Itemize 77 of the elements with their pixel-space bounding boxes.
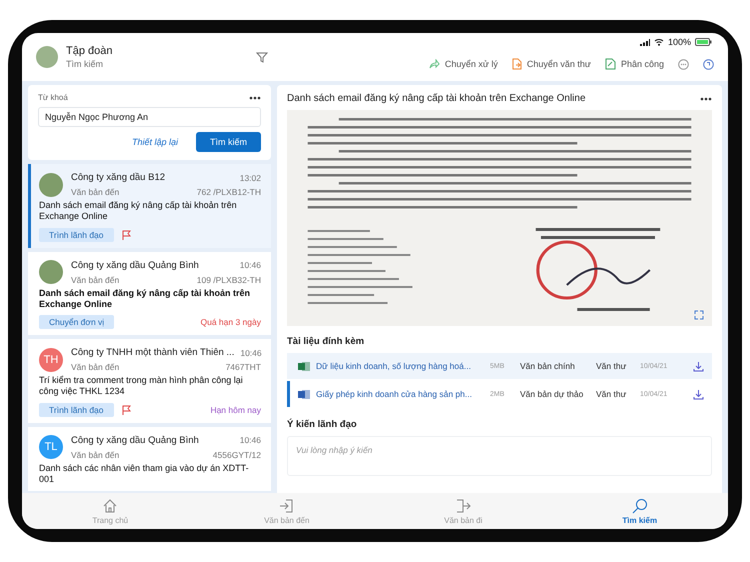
document-list-item[interactable]: Công ty xăng dầu B12 13:02 Văn bản đến 762 /PLXB12-TH Danh sách email đăng ký nâng cấp tài khoản trên Exchange Online Trình lãnh đạo	[28, 164, 271, 248]
expand-icon[interactable]	[694, 310, 704, 320]
status-tag: Chuyển đơn vị	[39, 315, 114, 329]
company-name: Công ty xăng dầu Quảng Bình	[71, 434, 199, 446]
reset-link[interactable]: Thiết lập lại	[132, 137, 178, 147]
document-subject: Trí kiểm tra comment trong màn hình phân công lại công việc THKL 1234	[39, 375, 244, 398]
status-tag: Trình lãnh đạo	[39, 402, 114, 416]
item-time: 13:02	[240, 172, 261, 182]
attachment-name[interactable]: Giấy phép kinh doanh cửa hàng sản ph...	[316, 388, 484, 400]
download-icon[interactable]	[693, 388, 704, 400]
door-exit-icon	[455, 498, 472, 514]
avatar-initials: TH	[39, 348, 63, 372]
document-icon	[512, 58, 522, 70]
due-label: Quá hạn 3 ngày	[200, 317, 261, 327]
item-time: 10:46	[240, 435, 261, 445]
more-circle-icon[interactable]	[678, 58, 689, 70]
attachment-name[interactable]: Dữ liệu kinh doanh, số lượng hàng hoá...	[316, 360, 484, 372]
document-category: Văn bản dự thảo	[520, 389, 584, 399]
spreadsheet-file-icon	[298, 360, 310, 372]
avatar-initials: TL	[39, 435, 63, 459]
document-type: Văn bản đến	[71, 362, 120, 372]
share-arrow-icon	[428, 59, 440, 69]
filter-icon[interactable]	[256, 52, 268, 62]
keyword-field[interactable]: Nguyễn Ngọc Phương An	[38, 107, 261, 127]
item-time: 10:46	[240, 260, 261, 270]
search-icon	[632, 498, 648, 514]
document-type: Văn bản đến	[71, 274, 120, 284]
item-time: 10:46	[240, 348, 262, 358]
avatar-photo	[36, 46, 58, 68]
document-list-item[interactable]: Công ty xăng dầu Quảng Bình 10:46 Văn bản đến 109 /PLXB32-TH Danh sách email đăng ký nâng cấp tài khoản trên Exchange Online Chuyển đơn vị Quá hạn 3 ngày	[28, 252, 271, 335]
flag-icon[interactable]	[122, 230, 130, 240]
document-number: 4556GYT/12	[212, 450, 261, 460]
opinion-field[interactable]: Vui lòng nhập ý kiến	[287, 436, 712, 476]
download-icon[interactable]	[693, 360, 704, 372]
refresh-circle-icon[interactable]	[703, 58, 714, 70]
document-category: Văn bản chính	[520, 361, 576, 371]
document-subject: Danh sách email đăng ký nâng cấp tài khoản trên Exchange Online	[39, 288, 252, 310]
document-number: 762 /PLXB12-TH	[196, 187, 261, 197]
company-name: Công ty TNHH một thành viên Thiên ...	[71, 347, 234, 358]
document-type: Văn bản đến	[71, 450, 120, 460]
nav-tab[interactable]: Tìm kiếm	[552, 493, 728, 529]
field-label: Từ khoá	[38, 93, 68, 102]
company-name: Công ty xăng dầu Quảng Bình	[71, 260, 199, 270]
company-name: Công ty xăng dầu B12	[71, 172, 166, 183]
battery-icon	[695, 38, 712, 46]
door-enter-icon	[278, 498, 295, 514]
toolbar-button[interactable]: Chuyển văn thư	[512, 58, 591, 70]
document-title: Danh sách email đăng ký nâng cấp tài khoản trên Exchange Online	[287, 93, 586, 104]
wifi-icon	[654, 38, 664, 46]
battery-percentage: 100%	[668, 37, 691, 47]
more-icon[interactable]	[700, 96, 712, 100]
due-label: Hạn hôm nay	[210, 404, 261, 414]
document-list-item[interactable]: TH Công ty TNHH một thành viên Thiên ... 10:46 Văn bản đến 7467THT Trí kiểm tra comment trong màn hình phân công lại công việc THKL 1234 Trình lãnh đạo Hạn hôm nay	[28, 339, 271, 422]
text-file-icon	[298, 388, 310, 400]
attachment-owner: Văn thư	[596, 361, 628, 371]
toolbar-button[interactable]: Phân công	[604, 58, 664, 70]
document-edit-icon	[604, 58, 616, 70]
toolbar-button[interactable]: Chuyển xử lý	[428, 59, 498, 69]
document-number: 7467THT	[226, 362, 261, 372]
header-subtitle: Tìm kiếm	[66, 59, 104, 69]
home-icon	[102, 498, 118, 514]
signal-icon	[640, 38, 650, 46]
flag-icon[interactable]	[122, 404, 130, 414]
document-type: Văn bản đến	[71, 187, 120, 197]
document-subject: Danh sách email đăng ký nâng cấp tài khoản trên Exchange Online	[39, 200, 238, 222]
document-subject: Danh sách các nhân viên tham gia vào dự án XDTT-001	[39, 462, 250, 485]
header-title: Tập đoàn	[66, 45, 114, 57]
status-tag: Trình lãnh đạo	[39, 228, 114, 242]
section-heading: Ý kiến lãnh đạo	[287, 419, 358, 430]
search-button[interactable]: Tìm kiếm	[196, 132, 261, 152]
more-icon[interactable]	[249, 96, 261, 100]
avatar-photo	[39, 172, 63, 196]
document-number: 109 /PLXB32-TH	[196, 274, 261, 284]
document-list-item[interactable]: TL Công ty xăng dầu Quảng Bình 10:46 Văn bản đến 4556GYT/12 Danh sách các nhân viên tham gia vào dự án XDTT-001	[28, 426, 271, 491]
attachment-owner: Văn thư	[596, 389, 628, 399]
section-heading: Tài liệu đính kèm	[287, 336, 366, 347]
avatar-photo	[39, 260, 63, 284]
